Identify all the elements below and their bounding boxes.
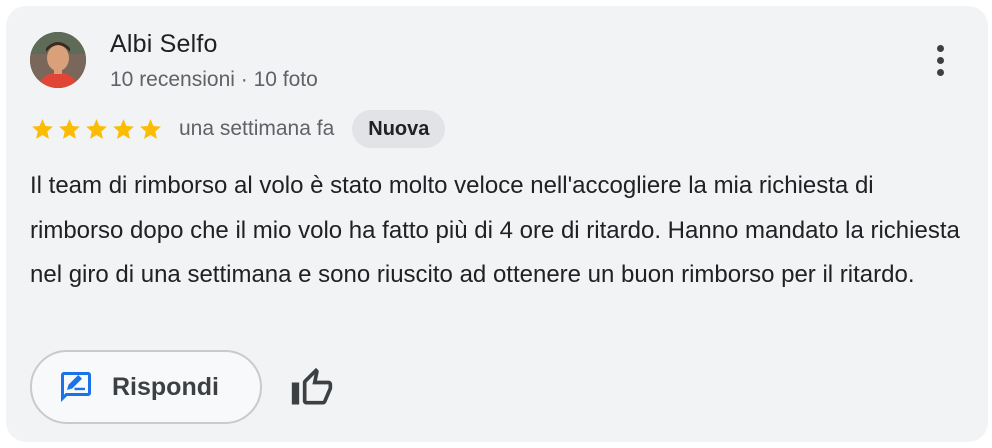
reply-button[interactable]: Rispondi bbox=[30, 350, 262, 424]
review-time: una settimana fa bbox=[179, 117, 335, 140]
like-button[interactable] bbox=[290, 366, 334, 410]
more-options-button[interactable] bbox=[918, 38, 962, 82]
review-card: Albi Selfo 10 recensioni · 10 foto una s… bbox=[6, 6, 988, 442]
new-badge: Nuova bbox=[352, 110, 446, 148]
author-name[interactable]: Albi Selfo bbox=[110, 30, 218, 59]
avatar-image bbox=[30, 32, 86, 88]
more-vert-icon-dot bbox=[936, 68, 944, 76]
star-icon bbox=[86, 118, 107, 139]
star-icon bbox=[59, 118, 80, 139]
rating-row: una settimana fa Nuova bbox=[30, 110, 446, 148]
thumb-up-icon bbox=[291, 367, 333, 405]
reply-label: Rispondi bbox=[112, 372, 219, 401]
star-icon bbox=[32, 118, 53, 139]
star-rating bbox=[30, 117, 163, 142]
author-stats: 10 recensioni · 10 foto bbox=[110, 68, 318, 91]
rate-review-icon bbox=[61, 372, 91, 402]
more-vert-icon bbox=[936, 44, 944, 52]
avatar[interactable] bbox=[30, 32, 86, 88]
review-text: Il team di rimborso al volo è stato molt… bbox=[30, 172, 960, 288]
star-icon bbox=[140, 118, 161, 139]
more-vert-icon-dot bbox=[936, 56, 944, 64]
star-icon bbox=[113, 118, 134, 139]
